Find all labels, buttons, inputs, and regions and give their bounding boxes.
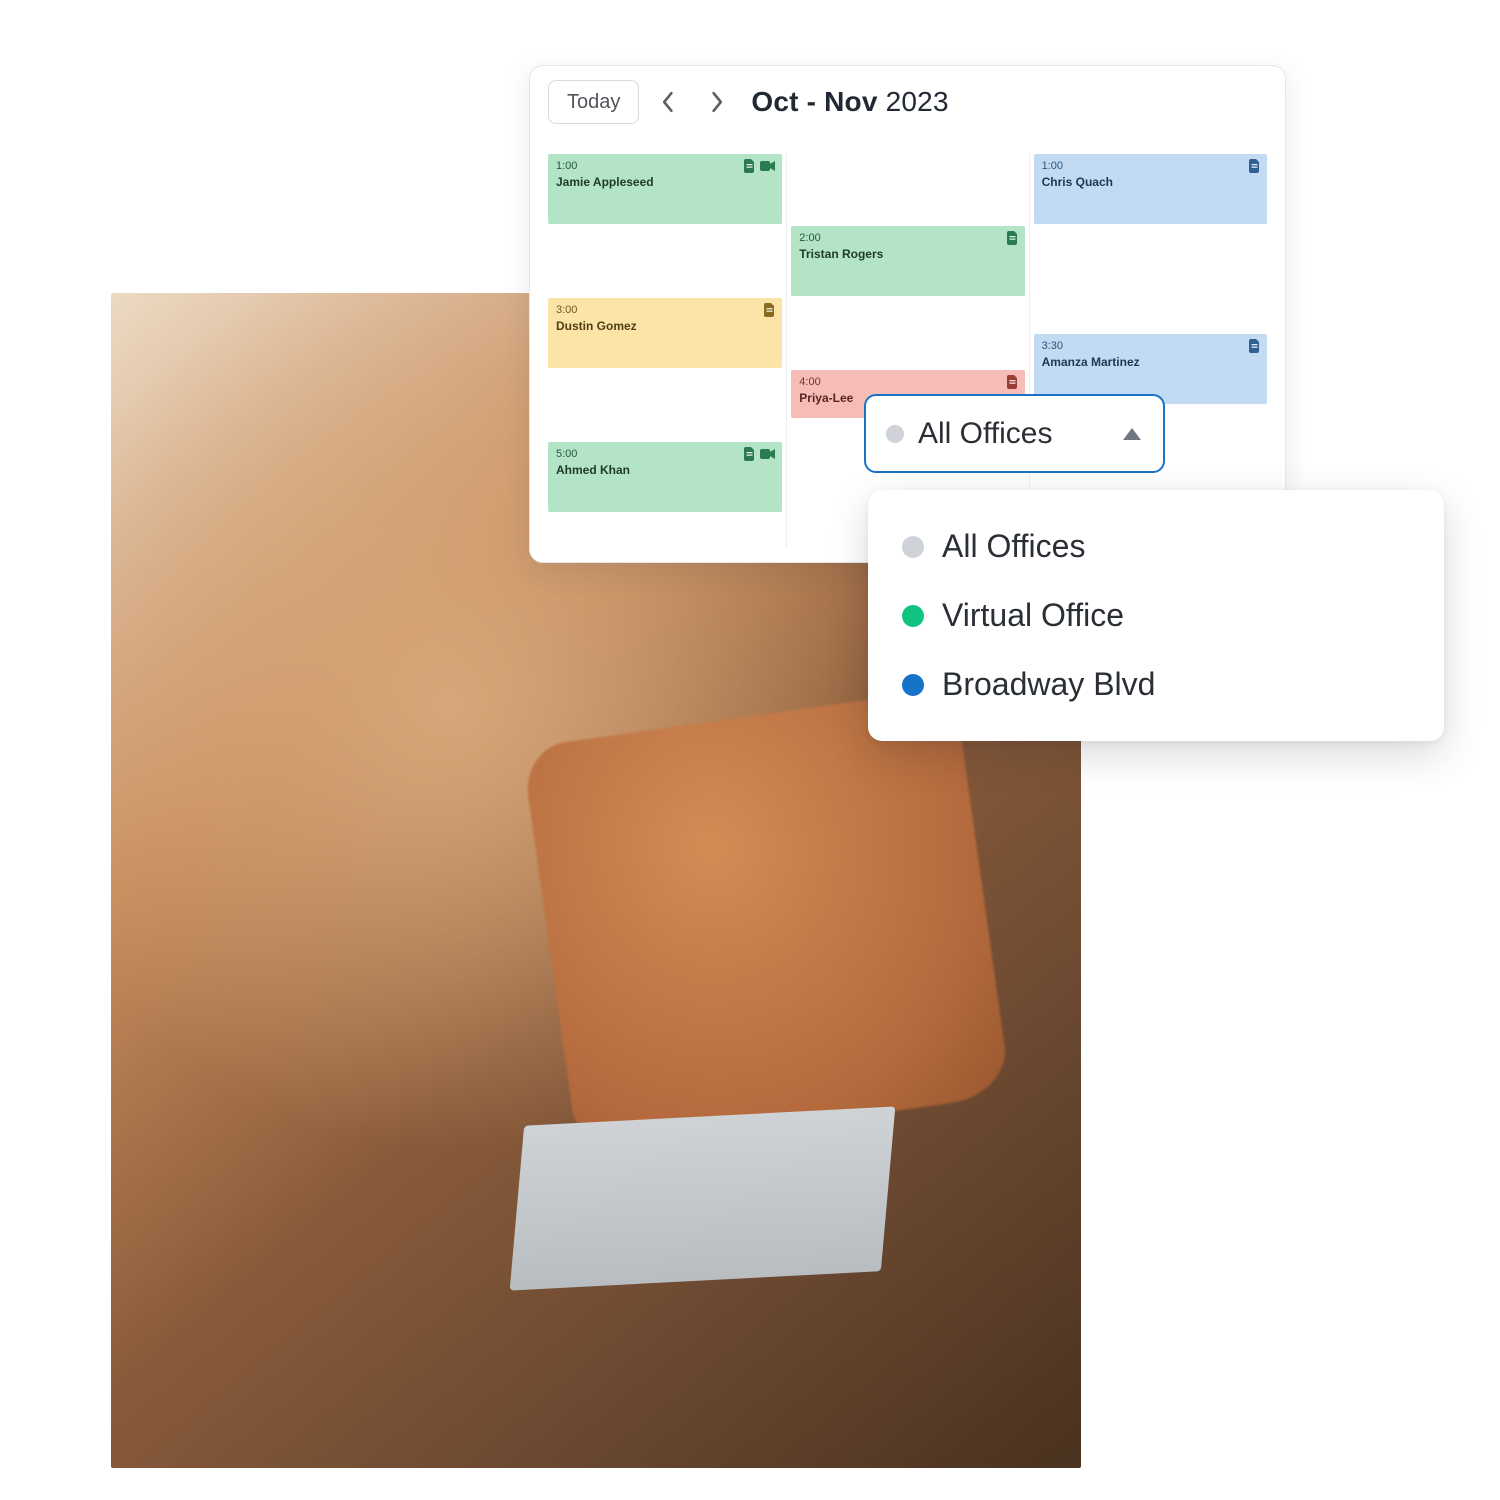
event-icons bbox=[1249, 339, 1261, 353]
video-icon bbox=[760, 448, 776, 460]
calendar-column: 1:00 Chris Quach 3:30 Amanza Martinez bbox=[1029, 154, 1271, 548]
office-filter-label: All Offices bbox=[918, 417, 1053, 451]
calendar-event[interactable]: 1:00 Jamie Appleseed bbox=[548, 154, 782, 224]
status-dot-icon bbox=[886, 425, 904, 443]
event-name: Dustin Gomez bbox=[556, 319, 774, 333]
calendar-event[interactable]: 5:00 Ahmed Khan bbox=[548, 442, 782, 512]
event-name: Chris Quach bbox=[1042, 175, 1259, 189]
event-time: 3:00 bbox=[556, 304, 774, 317]
prev-button[interactable] bbox=[645, 80, 689, 124]
office-option-virtual[interactable]: Virtual Office bbox=[868, 581, 1444, 650]
event-time: 4:00 bbox=[799, 376, 1016, 389]
event-name: Tristan Rogers bbox=[799, 247, 1016, 261]
event-icons bbox=[1007, 231, 1019, 245]
office-option-broadway[interactable]: Broadway Blvd bbox=[868, 650, 1444, 719]
date-range-year: 2023 bbox=[886, 86, 949, 117]
status-dot-icon bbox=[902, 536, 924, 558]
calendar-event[interactable]: 1:00 Chris Quach bbox=[1034, 154, 1267, 224]
document-icon bbox=[764, 303, 776, 317]
office-filter-select[interactable]: All Offices bbox=[864, 394, 1165, 473]
photo-decor bbox=[521, 688, 1010, 1156]
event-time: 1:00 bbox=[556, 160, 774, 173]
event-time: 2:00 bbox=[799, 232, 1016, 245]
event-time: 5:00 bbox=[556, 448, 774, 461]
event-icons bbox=[1249, 159, 1261, 173]
event-time: 3:30 bbox=[1042, 340, 1259, 353]
calendar-panel: Today Oct - Nov 2023 1:00 Jamie Appleseed… bbox=[529, 65, 1286, 563]
next-button[interactable] bbox=[695, 80, 739, 124]
office-filter-menu: All Offices Virtual Office Broadway Blvd bbox=[868, 490, 1444, 741]
office-option-label: Broadway Blvd bbox=[942, 666, 1155, 703]
event-icons bbox=[1007, 375, 1019, 389]
event-name: Amanza Martinez bbox=[1042, 355, 1259, 369]
office-option-label: All Offices bbox=[942, 528, 1085, 565]
event-icons bbox=[744, 159, 776, 173]
calendar-column: 1:00 Jamie Appleseed 3:00 Dustin Gomez 5:00 A… bbox=[544, 154, 786, 548]
date-range: Oct - Nov 2023 bbox=[751, 86, 948, 118]
calendar-event[interactable]: 3:00 Dustin Gomez bbox=[548, 298, 782, 368]
calendar-event[interactable]: 2:00 Tristan Rogers bbox=[791, 226, 1024, 296]
document-icon bbox=[744, 159, 756, 173]
photo-decor bbox=[510, 1106, 895, 1290]
calendar-header: Today Oct - Nov 2023 bbox=[530, 66, 1285, 138]
date-range-months: Oct - Nov bbox=[751, 86, 877, 117]
event-icons bbox=[764, 303, 776, 317]
document-icon bbox=[1249, 159, 1261, 173]
event-name: Jamie Appleseed bbox=[556, 175, 774, 189]
caret-up-icon bbox=[1123, 428, 1141, 440]
event-icons bbox=[744, 447, 776, 461]
event-time: 1:00 bbox=[1042, 160, 1259, 173]
calendar-column: 2:00Tristan Rogers4:00Priya-Lee bbox=[786, 154, 1028, 548]
document-icon bbox=[1249, 339, 1261, 353]
chevron-right-icon bbox=[710, 91, 725, 113]
office-option-all[interactable]: All Offices bbox=[868, 512, 1444, 581]
today-button[interactable]: Today bbox=[548, 80, 639, 124]
document-icon bbox=[744, 447, 756, 461]
status-dot-icon bbox=[902, 674, 924, 696]
document-icon bbox=[1007, 231, 1019, 245]
status-dot-icon bbox=[902, 605, 924, 627]
document-icon bbox=[1007, 375, 1019, 389]
video-icon bbox=[760, 160, 776, 172]
event-name: Ahmed Khan bbox=[556, 463, 774, 477]
calendar-grid: 1:00 Jamie Appleseed 3:00 Dustin Gomez 5:00 A… bbox=[544, 154, 1271, 548]
chevron-left-icon bbox=[660, 91, 675, 113]
office-option-label: Virtual Office bbox=[942, 597, 1124, 634]
